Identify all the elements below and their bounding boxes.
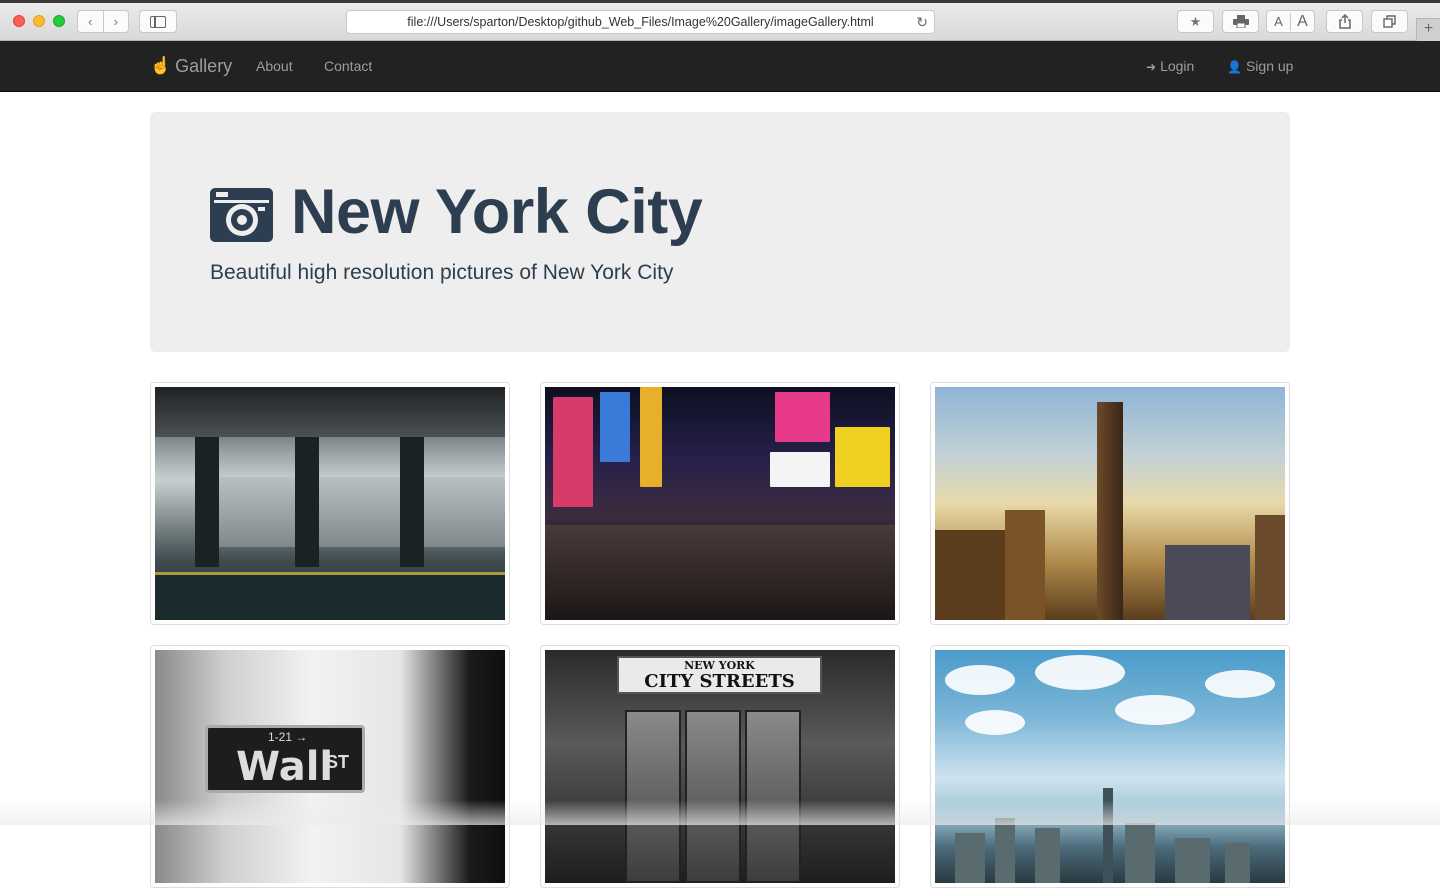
photo-thumbnail-subway[interactable] <box>150 382 510 625</box>
photo-thumbnail-skyline[interactable] <box>930 645 1290 888</box>
photo-detail <box>195 437 219 567</box>
photo-detail <box>955 833 985 883</box>
signup-label: Sign up <box>1245 58 1294 74</box>
camera-icon <box>210 188 273 242</box>
browser-toolbar: ‹ › file:///Users/sparton/Desktop/github… <box>0 0 1440 41</box>
sidebar-toggle-button[interactable] <box>139 10 177 33</box>
photo-detail <box>1115 695 1195 725</box>
photo-detail <box>1125 823 1155 883</box>
address-bar[interactable]: file:///Users/sparton/Desktop/github_Web… <box>346 10 935 34</box>
photo-thumbnail-city-streets[interactable]: NEW YORK CITY STREETS <box>540 645 900 888</box>
nav-contact-link[interactable]: Contact <box>324 41 372 91</box>
storefront-sign: NEW YORK CITY STREETS <box>617 656 822 694</box>
photo-detail <box>640 387 662 487</box>
subway-station-photo <box>155 387 505 620</box>
photo-detail <box>685 710 741 883</box>
photo-detail <box>1205 670 1275 698</box>
photo-detail <box>835 427 890 487</box>
sign-suffix: ST <box>326 752 350 772</box>
new-tab-button[interactable]: + <box>1416 18 1440 41</box>
nav-about-link[interactable]: About <box>256 41 293 91</box>
sidebar-icon <box>150 15 166 28</box>
sign-number: 1-21 → <box>268 730 308 744</box>
photo-detail <box>745 710 801 883</box>
photo-detail <box>155 572 505 620</box>
forward-button[interactable]: › <box>102 11 129 32</box>
url-text: file:///Users/sparton/Desktop/github_Web… <box>407 15 874 29</box>
storefront-sign-line2: CITY STREETS <box>644 671 795 692</box>
manhattan-skyline-photo <box>935 650 1285 883</box>
print-button[interactable] <box>1222 10 1259 33</box>
page-subtitle: Beautiful high resolution pictures of Ne… <box>210 261 674 284</box>
back-button[interactable]: ‹ <box>78 11 103 32</box>
text-size-controls: A A <box>1266 10 1315 33</box>
photo-detail <box>600 392 630 462</box>
wall-street-photo: 1-21 → Wall ST <box>155 650 505 883</box>
empire-state-photo <box>935 387 1285 620</box>
photo-detail <box>545 525 895 620</box>
star-icon: ★ <box>1189 13 1202 29</box>
photo-detail <box>945 665 1015 695</box>
signup-link[interactable]: 👤 Sign up <box>1227 41 1293 91</box>
chevron-right-icon: › <box>113 14 118 29</box>
photo-thumbnail-empire-state[interactable] <box>930 382 1290 625</box>
photo-detail <box>155 387 505 437</box>
login-link[interactable]: ➜ Login <box>1146 41 1194 91</box>
photo-detail <box>1103 788 1113 883</box>
photo-detail <box>215 477 505 547</box>
city-streets-photo: NEW YORK CITY STREETS <box>545 650 895 883</box>
times-square-photo <box>545 387 895 620</box>
login-icon: ➜ <box>1146 60 1157 74</box>
photo-detail <box>1005 510 1045 620</box>
photo-detail <box>400 437 424 567</box>
show-tabs-button[interactable] <box>1371 10 1408 33</box>
photo-detail <box>1225 843 1250 883</box>
photo-detail <box>775 392 830 442</box>
photo-detail <box>1175 838 1210 883</box>
jumbotron-header: New York City Beautiful high resolution … <box>150 112 1290 352</box>
photo-detail <box>1035 828 1060 883</box>
page-title: New York City <box>291 177 703 247</box>
brand-link[interactable]: ☝ Gallery <box>150 41 232 91</box>
reload-icon[interactable]: ↻ <box>916 14 928 31</box>
chevron-left-icon: ‹ <box>88 14 93 29</box>
decrease-font-button[interactable]: A <box>1267 14 1290 29</box>
sign-text: Wall <box>236 744 334 790</box>
photo-detail <box>1035 655 1125 690</box>
photo-detail <box>1165 545 1250 620</box>
tabs-icon <box>1383 15 1396 28</box>
photo-detail <box>965 710 1025 735</box>
photo-detail <box>995 818 1015 883</box>
photo-thumbnail-times-square[interactable] <box>540 382 900 625</box>
close-window-button[interactable] <box>13 15 25 27</box>
window-top-edge <box>0 0 1440 3</box>
login-label: Login <box>1160 58 1195 74</box>
wall-street-sign: 1-21 → Wall ST <box>205 725 365 793</box>
photo-detail <box>295 437 319 567</box>
site-navbar: ☝ Gallery About Contact ➜ Login 👤 Sign up <box>0 41 1440 92</box>
photo-detail <box>1097 402 1123 620</box>
photo-detail <box>770 452 830 487</box>
history-nav: ‹ › <box>77 10 129 33</box>
photo-detail <box>1255 515 1285 620</box>
photo-detail <box>935 530 1005 620</box>
share-icon <box>1338 14 1351 29</box>
printer-icon <box>1232 15 1249 28</box>
maximize-window-button[interactable] <box>53 15 65 27</box>
photo-detail <box>553 397 593 507</box>
share-button[interactable] <box>1326 10 1363 33</box>
increase-font-button[interactable]: A <box>1290 12 1314 31</box>
brand-label: Gallery <box>175 55 233 76</box>
minimize-window-button[interactable] <box>33 15 45 27</box>
photo-thumbnail-wall-street[interactable]: 1-21 → Wall ST <box>150 645 510 888</box>
bookmark-button[interactable]: ★ <box>1177 10 1214 33</box>
user-icon: 👤 <box>1227 60 1242 74</box>
photo-detail <box>625 710 681 883</box>
hand-pointer-icon: ☝ <box>150 56 172 75</box>
